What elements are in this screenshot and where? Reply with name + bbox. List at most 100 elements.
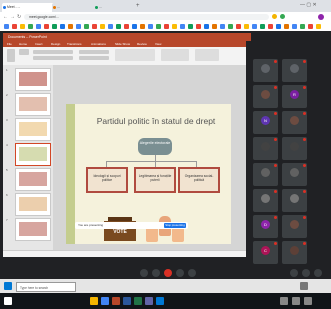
bookmark-icon[interactable] bbox=[12, 24, 17, 29]
ribbon-tab[interactable]: Design bbox=[51, 41, 60, 47]
slide-thumbnail[interactable] bbox=[15, 168, 51, 191]
bookmark-icon[interactable] bbox=[76, 24, 81, 29]
ribbon-tab[interactable]: Home bbox=[19, 41, 27, 47]
notification-icon[interactable] bbox=[300, 282, 308, 290]
participant-tile[interactable] bbox=[253, 189, 278, 212]
shapes-gallery[interactable] bbox=[115, 49, 155, 61]
bookmark-icon[interactable] bbox=[196, 24, 201, 29]
wifi-icon[interactable] bbox=[292, 297, 300, 305]
paste-button[interactable] bbox=[7, 49, 15, 62]
browser-tab-meet[interactable]: Meet - ... bbox=[2, 3, 55, 12]
bookmark-icon[interactable] bbox=[292, 24, 297, 29]
participant-tile[interactable] bbox=[282, 163, 307, 186]
slide-thumbnail[interactable] bbox=[15, 193, 51, 216]
slide-thumbnail[interactable] bbox=[15, 93, 51, 116]
bookmark-icon[interactable] bbox=[124, 24, 129, 29]
stop-presenting-button[interactable]: Stop presenting bbox=[164, 223, 186, 228]
ribbon-tab[interactable]: View bbox=[155, 41, 161, 47]
bookmark-icon[interactable] bbox=[276, 24, 281, 29]
bookmark-icon[interactable] bbox=[148, 24, 153, 29]
slide-thumbnail-selected[interactable] bbox=[15, 143, 51, 166]
participant-tile[interactable] bbox=[253, 59, 278, 82]
bookmark-icon[interactable] bbox=[172, 24, 177, 29]
participant-tile[interactable] bbox=[282, 111, 307, 134]
bookmark-icon[interactable] bbox=[300, 24, 305, 29]
bookmark-icon[interactable] bbox=[316, 24, 321, 29]
participant-tile[interactable] bbox=[253, 85, 278, 108]
bookmark-icon[interactable] bbox=[220, 24, 225, 29]
participant-tile[interactable]: R bbox=[282, 85, 307, 108]
file-explorer-icon[interactable] bbox=[90, 297, 98, 305]
bookmark-icon[interactable] bbox=[68, 24, 73, 29]
arrange-button[interactable] bbox=[161, 49, 189, 61]
reload-icon[interactable]: ↻ bbox=[17, 14, 21, 20]
editing-buttons[interactable] bbox=[195, 49, 219, 61]
slide-thumbnail[interactable] bbox=[15, 68, 51, 91]
url-input[interactable]: meet.google.com/... bbox=[24, 14, 269, 20]
teams-icon[interactable] bbox=[145, 297, 153, 305]
chrome-icon[interactable] bbox=[101, 297, 109, 305]
taskbar-search-input[interactable]: Type here to search bbox=[16, 282, 76, 292]
bookmark-icon[interactable] bbox=[180, 24, 185, 29]
bookmark-icon[interactable] bbox=[188, 24, 193, 29]
windows-start-icon[interactable] bbox=[4, 297, 12, 305]
word-icon[interactable] bbox=[123, 297, 131, 305]
bookmark-icon[interactable] bbox=[268, 24, 273, 29]
bookmark-icon[interactable] bbox=[92, 24, 97, 29]
slide-thumbnail[interactable] bbox=[15, 218, 51, 241]
slide-thumbnail[interactable] bbox=[15, 118, 51, 141]
bookmark-icon[interactable] bbox=[132, 24, 137, 29]
bookmark-icon[interactable] bbox=[164, 24, 169, 29]
participant-tile[interactable]: C bbox=[253, 241, 278, 264]
ribbon-tab[interactable]: Animations bbox=[91, 41, 106, 47]
participant-tile[interactable] bbox=[282, 59, 307, 82]
bookmark-icon[interactable] bbox=[36, 24, 41, 29]
camera-icon[interactable] bbox=[152, 269, 160, 277]
participant-tile[interactable]: N bbox=[253, 111, 278, 134]
bookmark-icon[interactable] bbox=[204, 24, 209, 29]
ribbon-tab[interactable]: Insert bbox=[35, 41, 43, 47]
bookmark-icon[interactable] bbox=[60, 24, 65, 29]
bookmark-icon[interactable] bbox=[44, 24, 49, 29]
windows-start-icon[interactable] bbox=[4, 282, 12, 290]
bookmark-icon[interactable] bbox=[252, 24, 257, 29]
bookmark-icon[interactable] bbox=[212, 24, 217, 29]
participant-tile[interactable] bbox=[282, 215, 307, 238]
ribbon-tab[interactable]: File bbox=[7, 41, 12, 47]
edge-icon[interactable] bbox=[156, 297, 164, 305]
activities-icon[interactable] bbox=[314, 269, 322, 277]
bookmark-icon[interactable] bbox=[100, 24, 105, 29]
new-slide-button[interactable] bbox=[19, 49, 29, 55]
bookmark-icon[interactable] bbox=[140, 24, 145, 29]
bookmark-icon[interactable] bbox=[108, 24, 113, 29]
excel-icon[interactable] bbox=[134, 297, 142, 305]
new-tab-plus-icon[interactable]: + bbox=[136, 3, 142, 9]
bookmark-icon[interactable] bbox=[260, 24, 265, 29]
bookmark-icon[interactable] bbox=[156, 24, 161, 29]
ribbon-tab[interactable]: Transitions bbox=[67, 41, 82, 47]
participant-tile[interactable] bbox=[282, 189, 307, 212]
font-format-buttons[interactable] bbox=[33, 56, 73, 60]
bookmark-icon[interactable] bbox=[52, 24, 57, 29]
browser-tab-2[interactable]: ... bbox=[52, 3, 97, 12]
extension-icon[interactable] bbox=[280, 14, 285, 19]
present-icon[interactable] bbox=[176, 269, 184, 277]
participant-tile[interactable] bbox=[282, 137, 307, 160]
bookmark-icon[interactable] bbox=[228, 24, 233, 29]
bookmark-icon[interactable] bbox=[236, 24, 241, 29]
bookmark-icon[interactable] bbox=[28, 24, 33, 29]
bookmark-icon[interactable] bbox=[84, 24, 89, 29]
microphone-icon[interactable] bbox=[140, 269, 148, 277]
font-selector[interactable] bbox=[33, 50, 73, 54]
bookmark-icon[interactable] bbox=[244, 24, 249, 29]
ribbon-tab[interactable]: Slide Show bbox=[115, 41, 130, 47]
back-arrow-icon[interactable]: ← bbox=[3, 14, 8, 20]
paragraph-buttons[interactable] bbox=[79, 50, 109, 54]
participant-tile[interactable] bbox=[253, 137, 278, 160]
bookmark-icon[interactable] bbox=[20, 24, 25, 29]
participant-tile[interactable] bbox=[253, 163, 278, 186]
bookmark-icon[interactable] bbox=[116, 24, 121, 29]
extension-icon[interactable] bbox=[272, 14, 277, 19]
volume-icon[interactable] bbox=[304, 297, 312, 305]
end-call-icon[interactable] bbox=[164, 269, 172, 277]
